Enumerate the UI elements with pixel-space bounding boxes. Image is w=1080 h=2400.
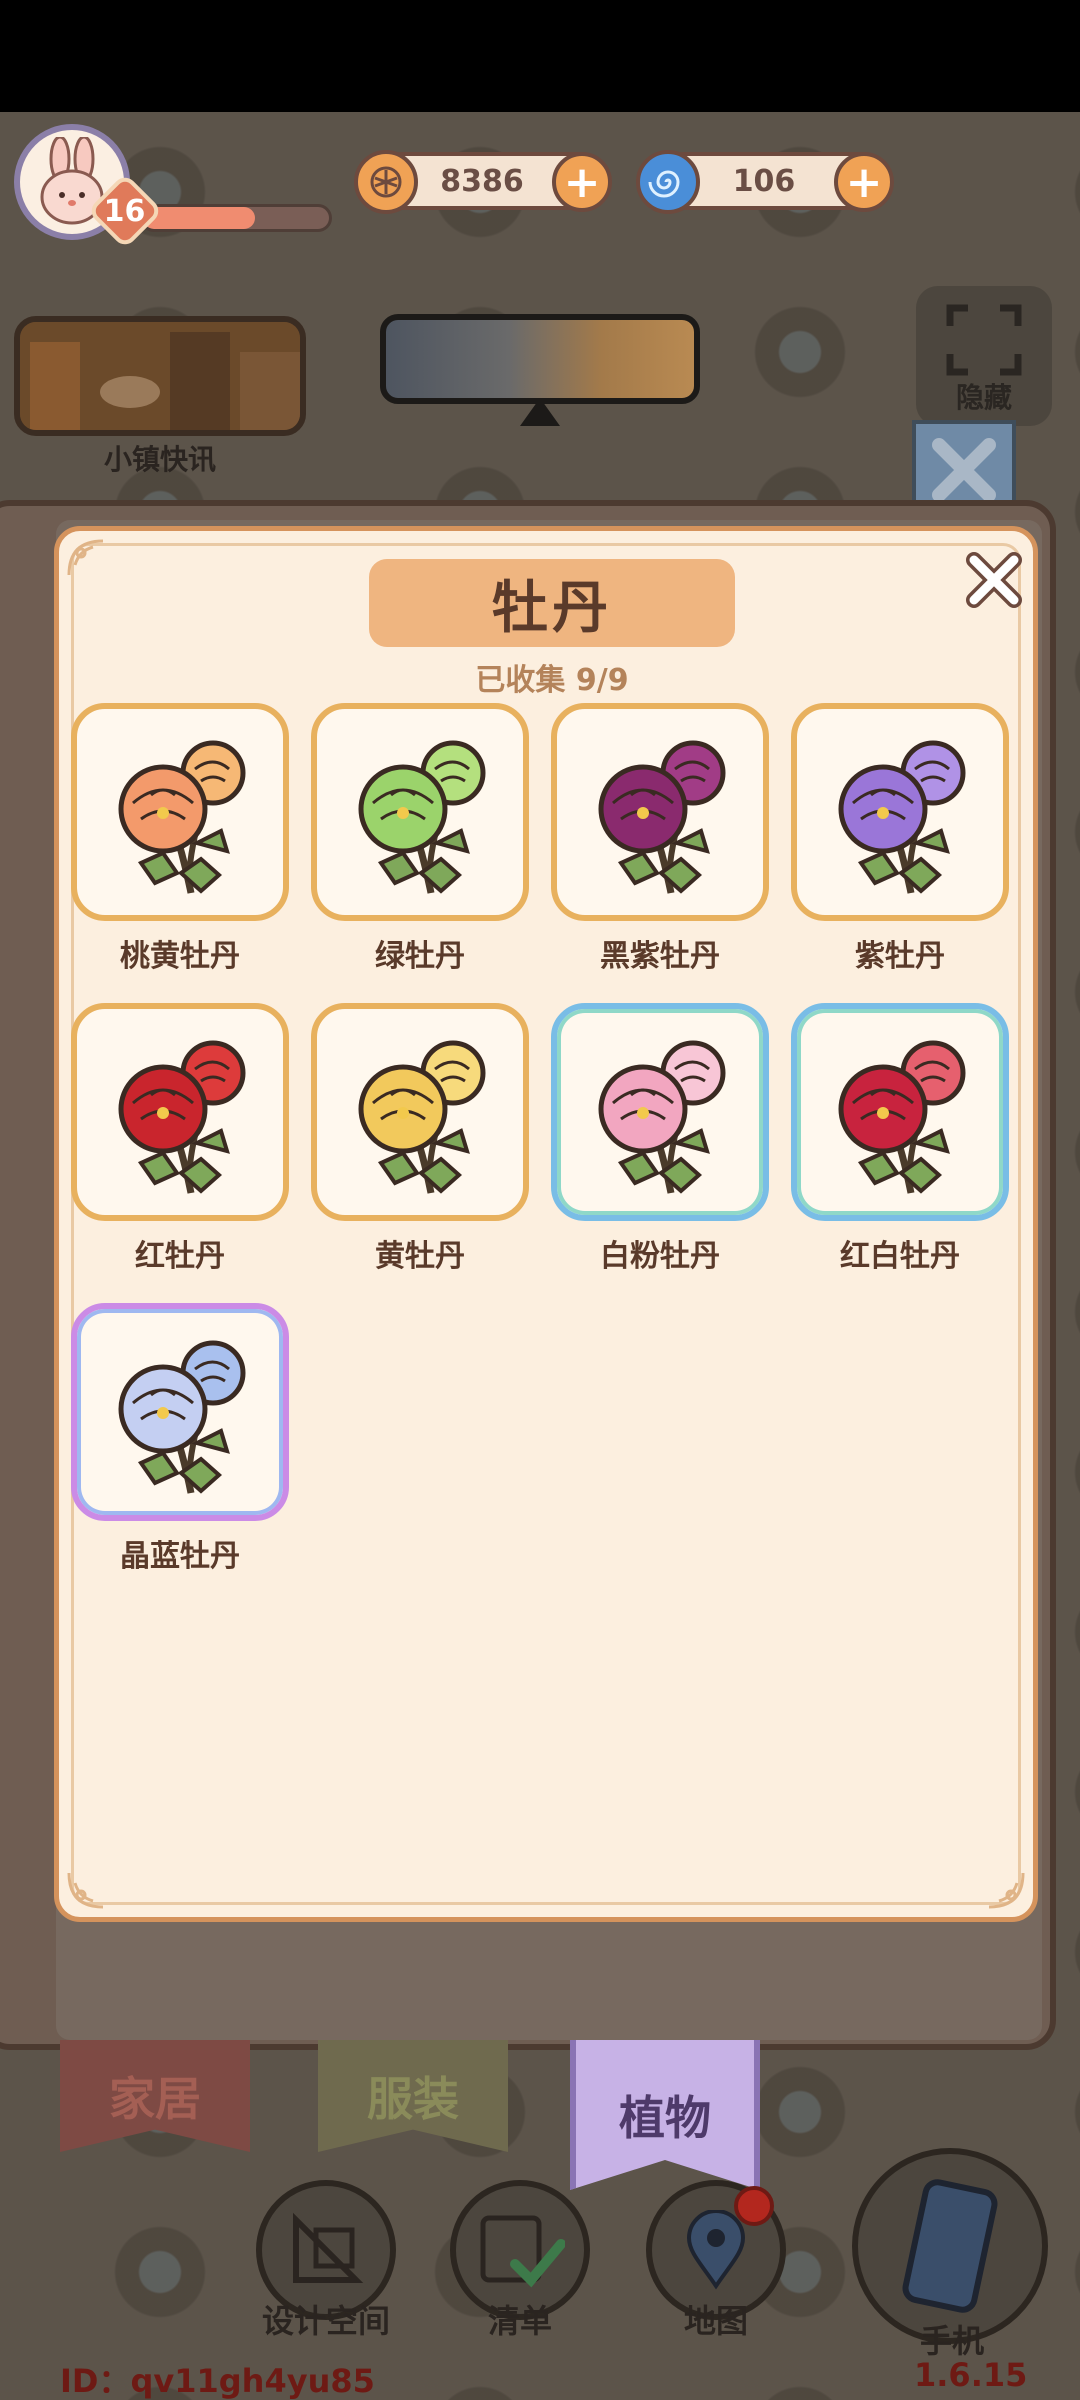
event-banner[interactable] xyxy=(380,314,700,404)
collection-item[interactable]: 红牡丹 xyxy=(71,1003,297,1283)
peony-icon xyxy=(598,1040,726,1194)
collection-item[interactable]: 白粉牡丹 xyxy=(551,1003,777,1283)
tab-home-label: 家居 xyxy=(109,2072,201,2126)
item-label: 紫牡丹 xyxy=(855,939,945,974)
add-gems-button[interactable]: + xyxy=(834,152,894,212)
item-frame xyxy=(71,1303,289,1521)
add-coins-button[interactable]: + xyxy=(552,152,612,212)
item-label: 绿牡丹 xyxy=(375,939,465,974)
item-frame xyxy=(71,703,289,921)
item-label: 白粉牡丹 xyxy=(600,1239,720,1274)
checklist-icon xyxy=(480,2215,565,2288)
xp-progress-fill xyxy=(143,207,255,229)
item-frame xyxy=(311,1003,529,1221)
gem-counter: 106 + xyxy=(636,150,894,214)
collection-item[interactable]: 紫牡丹 xyxy=(791,703,1017,983)
fullscreen-icon xyxy=(946,304,1022,376)
panel-title: 牡丹 xyxy=(492,575,612,641)
panel-title-plate: 牡丹 xyxy=(369,559,735,647)
corner-ornament-icon xyxy=(988,1872,1025,1909)
design-space-label: 设计空间 xyxy=(261,2302,390,2340)
corner-ornament-icon xyxy=(67,539,104,576)
notification-dot xyxy=(734,2186,774,2226)
collected-count: 已收集 9/9 xyxy=(475,663,629,698)
item-frame xyxy=(311,703,529,921)
collection-item[interactable]: 黄牡丹 xyxy=(311,1003,537,1283)
collection-item[interactable]: 黑紫牡丹 xyxy=(551,703,777,983)
phone-icon xyxy=(902,2179,998,2313)
item-label: 黑紫牡丹 xyxy=(600,939,720,974)
checklist-label: 清单 xyxy=(487,2302,552,2340)
peony-icon xyxy=(358,1040,486,1194)
map-pin-icon xyxy=(686,2210,746,2290)
town-news-button[interactable] xyxy=(14,316,306,436)
peony-icon xyxy=(358,740,486,894)
item-label: 晶蓝牡丹 xyxy=(120,1539,240,1574)
spiral-gem-icon xyxy=(636,150,700,214)
banner-pointer-icon xyxy=(520,398,560,426)
peony-icon xyxy=(118,1040,246,1194)
collection-item[interactable]: 红白牡丹 xyxy=(791,1003,1017,1283)
item-frame xyxy=(551,1003,769,1221)
level-value: 16 xyxy=(104,193,146,229)
collection-item[interactable]: 桃黄牡丹 xyxy=(71,703,297,983)
coin-counter: 8386 + xyxy=(354,150,612,214)
tab-plants-label: 植物 xyxy=(619,2091,711,2145)
collection-panel: 牡丹 已收集 9/9 桃黄牡丹 绿牡丹 黑紫牡丹 紫牡丹红牡丹 黄牡丹 白粉牡丹 红白牡丹晶… xyxy=(54,526,1038,1922)
phone-button[interactable] xyxy=(852,2148,1048,2344)
tab-clothes-label: 服装 xyxy=(367,2072,459,2126)
item-label: 红牡丹 xyxy=(135,1239,225,1274)
close-button[interactable] xyxy=(959,545,1029,615)
collection-item[interactable]: 晶蓝牡丹 xyxy=(71,1303,297,1583)
coin-icon xyxy=(354,150,418,214)
hide-ui-button[interactable]: 隐藏 xyxy=(916,286,1052,426)
player-id: ID：qv11gh4yu85 xyxy=(60,2362,375,2400)
map-label: 地图 xyxy=(683,2302,748,2340)
close-icon xyxy=(966,552,1022,608)
item-label: 红白牡丹 xyxy=(840,1239,960,1274)
peony-icon xyxy=(838,740,966,894)
ruler-icon xyxy=(293,2212,364,2283)
peony-icon xyxy=(118,1340,246,1494)
xp-progress-bar xyxy=(140,204,332,232)
peony-icon xyxy=(838,1040,966,1194)
town-news-label: 小镇快讯 xyxy=(103,443,216,476)
item-frame xyxy=(791,1003,1009,1221)
corner-ornament-icon xyxy=(67,1872,104,1909)
item-frame xyxy=(551,703,769,921)
version-text: 1.6.15 xyxy=(914,2356,1028,2394)
peony-icon xyxy=(598,740,726,894)
hide-label: 隐藏 xyxy=(955,381,1012,414)
item-label: 黄牡丹 xyxy=(375,1239,465,1274)
collection-item[interactable]: 绿牡丹 xyxy=(311,703,537,983)
item-frame xyxy=(71,1003,289,1221)
peony-icon xyxy=(118,740,246,894)
item-label: 桃黄牡丹 xyxy=(120,939,240,974)
town-news-thumbnail xyxy=(20,322,300,430)
item-frame xyxy=(791,703,1009,921)
collection-grid: 桃黄牡丹 绿牡丹 黑紫牡丹 紫牡丹红牡丹 黄牡丹 白粉牡丹 红白牡丹晶蓝牡丹 xyxy=(71,703,1031,1603)
